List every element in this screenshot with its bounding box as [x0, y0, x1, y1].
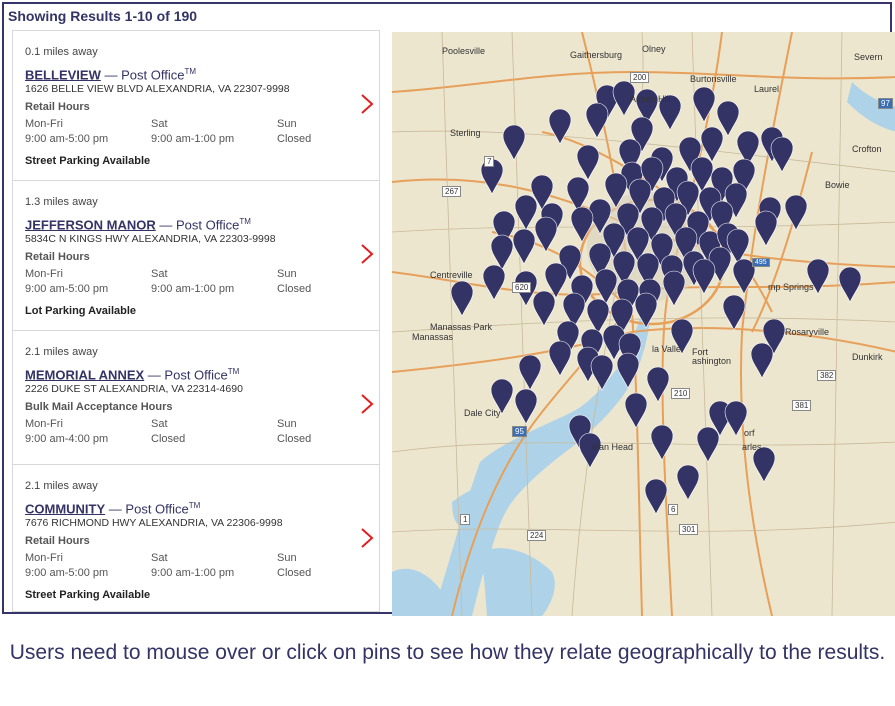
- location-type: Post Office: [121, 67, 185, 83]
- map-label-manassas: Manassas: [412, 332, 454, 342]
- results-list[interactable]: 0.1 miles away BELLEVIEW — Post OfficeTM…: [12, 30, 380, 612]
- map-label-arles: arles: [742, 442, 762, 452]
- hours-label: Retail Hours: [25, 251, 90, 263]
- caption: Users need to mouse over or click on pin…: [9, 641, 886, 664]
- map-label-bowie: Bowie: [825, 180, 850, 190]
- result-card[interactable]: 2.1 miles away COMMUNITY — Post OfficeTM…: [13, 465, 379, 611]
- address-text: 7676 RICHMOND HWY ALEXANDRIA, VA 22306-9…: [25, 517, 283, 529]
- map-label-centreville: Centreville: [430, 270, 473, 280]
- route-shield: 381: [792, 400, 812, 411]
- location-type: Post Office: [125, 501, 189, 517]
- chevron-right-icon[interactable]: [359, 242, 375, 266]
- location-name-link[interactable]: COMMUNITY: [25, 501, 105, 516]
- route-shield: 495: [752, 258, 770, 267]
- chevron-right-icon[interactable]: [359, 526, 375, 550]
- route-shield: 6: [668, 504, 679, 515]
- result-title: BELLEVIEW — Post OfficeTM: [25, 67, 196, 83]
- parking-info: Street Parking Available: [25, 155, 151, 167]
- route-shield: 1: [460, 514, 471, 525]
- address-text: 5834C N KINGS HWY ALEXANDRIA, VA 22303-9…: [25, 233, 276, 245]
- distance-text: 2.1 miles away: [25, 480, 98, 492]
- route-shield: 620: [512, 282, 532, 293]
- result-title: MEMORIAL ANNEX — Post OfficeTM: [25, 367, 240, 383]
- map-label-aspen-hill: Aspen Hill: [630, 94, 671, 104]
- map-label-mp-springs: mp Springs: [768, 282, 814, 292]
- hours-label: Retail Hours: [25, 101, 90, 113]
- parking-info: Lot Parking Available: [25, 305, 137, 317]
- map-label-laurel: Laurel: [754, 84, 780, 94]
- trademark: TM: [227, 367, 240, 376]
- location-name-link[interactable]: JEFFERSON MANOR: [25, 217, 156, 232]
- map-label-orf: orf: [744, 428, 755, 438]
- route-shield: 7: [484, 156, 495, 167]
- map-label-crofton: Crofton: [852, 144, 882, 154]
- map-label-poolesville: Poolesville: [442, 46, 486, 56]
- route-shield: 267: [442, 186, 462, 197]
- route-shield: 210: [671, 388, 691, 399]
- location-type: Post Office: [164, 367, 228, 383]
- location-type: Post Office: [175, 217, 240, 233]
- trademark: TM: [188, 501, 201, 510]
- map-label-manassas-park: Manassas Park: [430, 322, 493, 332]
- results-count-header: Showing Results 1-10 of 190: [8, 8, 198, 24]
- map-label-sterling: Sterling: [450, 128, 481, 138]
- route-shield: 95: [512, 426, 527, 437]
- map-label-rosaryville: Rosaryville: [785, 327, 830, 337]
- parking-info: Street Parking Available: [25, 589, 151, 601]
- map-label-la-valle: la Valle: [652, 344, 681, 354]
- address-text: 2226 DUKE ST ALEXANDRIA, VA 22314-4690: [25, 383, 243, 395]
- results-panel: Showing Results 1-10 of 190 0.1 miles aw…: [2, 2, 895, 616]
- distance-text: 2.1 miles away: [25, 346, 98, 358]
- distance-text: 0.1 miles away: [25, 46, 98, 58]
- location-name-link[interactable]: BELLEVIEW: [25, 67, 101, 82]
- result-card[interactable]: 0.1 miles away BELLEVIEW — Post OfficeTM…: [13, 31, 379, 181]
- map-label-dian-head: dian Head: [592, 442, 634, 452]
- chevron-right-icon[interactable]: [359, 392, 375, 416]
- route-shield: 224: [527, 530, 547, 541]
- map-label-burtonsville: Burtonsville: [690, 74, 737, 84]
- route-shield: 97: [878, 98, 893, 109]
- map-label-gaithersburg: Gaithersburg: [570, 50, 623, 60]
- hours-label: Bulk Mail Acceptance Hours: [25, 401, 173, 413]
- result-title: JEFFERSON MANOR — Post OfficeTM: [25, 217, 251, 233]
- map-label-dale-city: Dale City: [464, 408, 501, 418]
- route-shield: 301: [679, 524, 699, 535]
- location-map[interactable]: Poolesville Gaithersburg Olney Severn Bu…: [392, 32, 895, 616]
- route-shield: 382: [817, 370, 837, 381]
- address-text: 1626 BELLE VIEW BLVD ALEXANDRIA, VA 2230…: [25, 83, 290, 95]
- trademark: TM: [184, 67, 196, 76]
- map-label-dunkirk: Dunkirk: [852, 352, 883, 362]
- hours-label: Retail Hours: [25, 535, 90, 547]
- distance-text: 1.3 miles away: [25, 196, 98, 208]
- result-card[interactable]: 1.3 miles away JEFFERSON MANOR — Post Of…: [13, 181, 379, 331]
- result-card[interactable]: 2.1 miles away MEMORIAL ANNEX — Post Off…: [13, 331, 379, 465]
- route-shield: 200: [630, 72, 650, 83]
- location-name-link[interactable]: MEMORIAL ANNEX: [25, 367, 144, 382]
- result-title: COMMUNITY — Post OfficeTM: [25, 501, 201, 517]
- map-label-severn: Severn: [854, 52, 883, 62]
- trademark: TM: [239, 217, 251, 226]
- map-label-olney: Olney: [642, 44, 666, 54]
- chevron-right-icon[interactable]: [359, 92, 375, 116]
- map-label-fort-washington: Fort ashington: [692, 347, 732, 366]
